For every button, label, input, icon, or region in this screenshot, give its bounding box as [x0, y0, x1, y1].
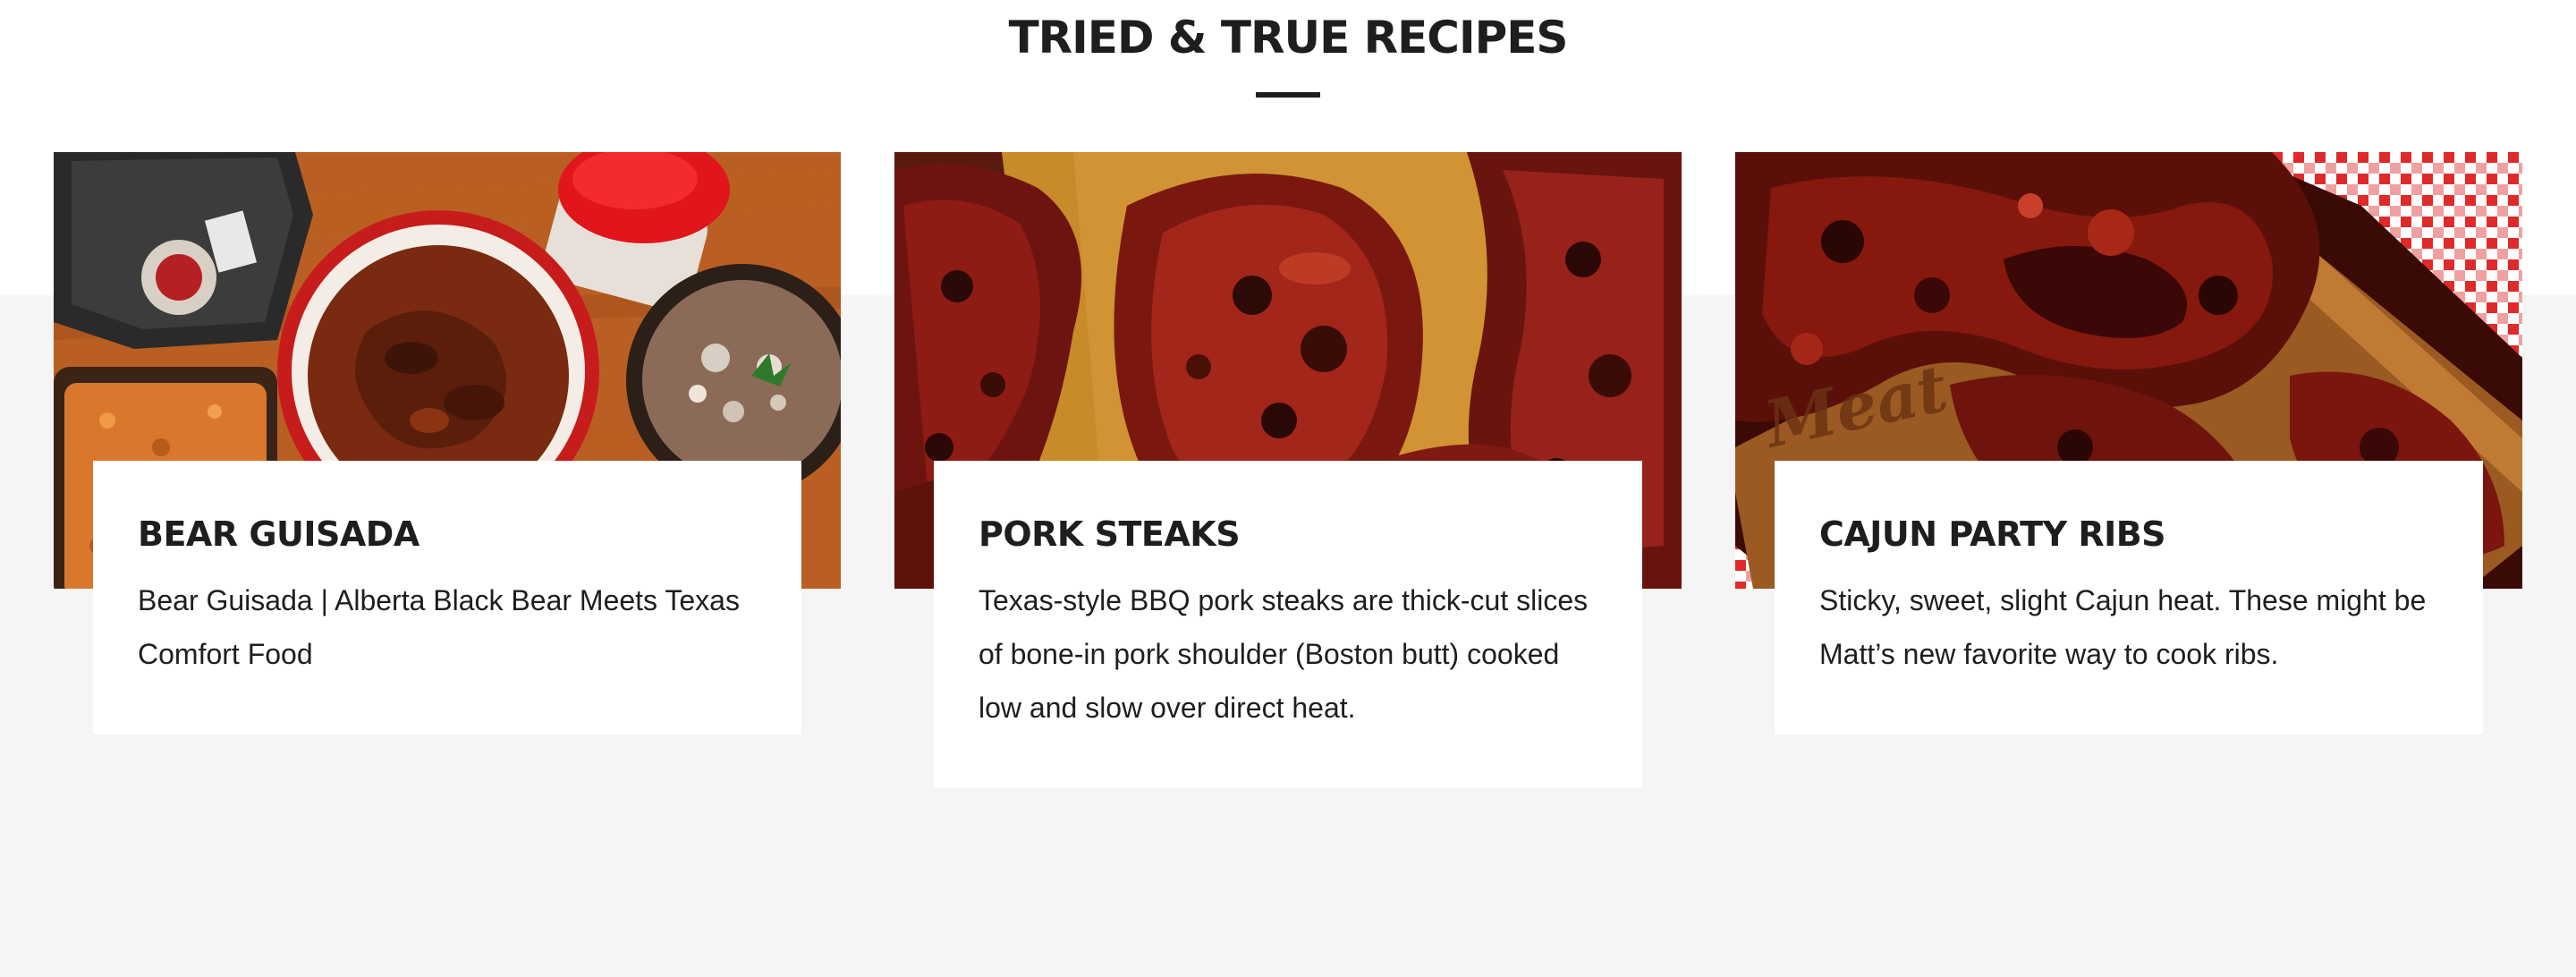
- recipe-title[interactable]: PORK STEAKS: [979, 513, 1597, 556]
- recipe-card-body: CAJUN PARTY RIBS Sticky, sweet, slight C…: [1775, 461, 2483, 735]
- recipe-card-body: BEAR GUISADA Bear Guisada | Alberta Blac…: [93, 461, 801, 735]
- recipe-title[interactable]: CAJUN PARTY RIBS: [1819, 513, 2438, 556]
- recipe-description: Bear Guisada | Alberta Black Bear Meets …: [138, 584, 740, 670]
- recipe-card-body: PORK STEAKS Texas-style BBQ pork steaks …: [934, 461, 1642, 788]
- recipe-description: Sticky, sweet, slight Cajun heat. These …: [1819, 584, 2427, 670]
- title-divider: [1256, 92, 1320, 98]
- recipe-description: Texas-style BBQ pork steaks are thick-cu…: [979, 584, 1589, 724]
- section-title: TRIED & TRUE RECIPES: [1008, 12, 1569, 64]
- recipe-title[interactable]: BEAR GUISADA: [138, 513, 757, 556]
